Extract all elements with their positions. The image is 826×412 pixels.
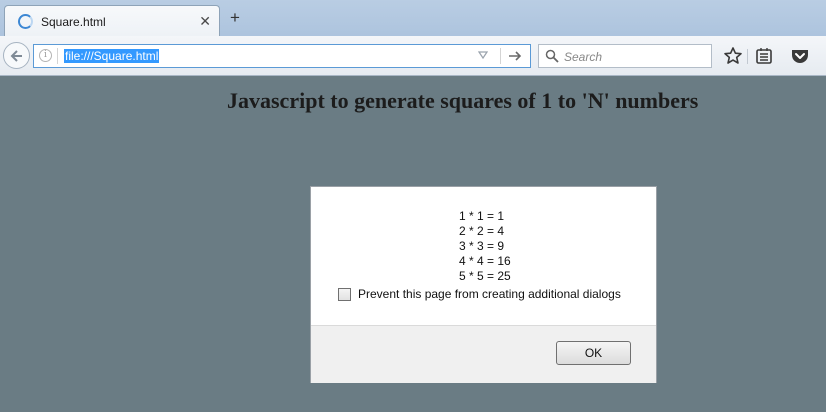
tab-close-icon[interactable]: ✕ — [199, 13, 211, 29]
bookmark-star-icon[interactable] — [722, 45, 744, 67]
new-tab-button[interactable]: + — [230, 9, 240, 27]
back-button[interactable] — [3, 42, 30, 69]
alert-message-line: 1 * 1 = 1 — [459, 209, 505, 223]
tab-title: Square.html — [41, 15, 106, 29]
go-arrow-icon[interactable] — [508, 49, 522, 63]
search-placeholder: Search — [564, 50, 603, 64]
alert-message-line: 4 * 4 = 16 — [459, 254, 511, 268]
ok-button[interactable]: OK — [556, 341, 631, 365]
page-heading: Javascript to generate squares of 1 to '… — [227, 88, 699, 113]
tab-square[interactable]: Square.html ✕ — [4, 5, 220, 36]
url-text[interactable]: file:///Square.html — [64, 49, 160, 63]
toolbar-separator — [747, 49, 748, 64]
navigation-toolbar: i file:///Square.html Search — [0, 36, 826, 76]
search-bar[interactable]: Search — [538, 44, 712, 68]
prevent-dialogs-label[interactable]: Prevent this page from creating addition… — [358, 287, 621, 301]
alert-message-line: 5 * 5 = 25 — [459, 269, 511, 283]
loading-favicon-icon — [18, 14, 33, 29]
back-arrow-icon — [10, 50, 22, 62]
alert-message-line: 3 * 3 = 9 — [459, 239, 505, 253]
go-separator — [500, 48, 501, 64]
dropmarker-icon[interactable] — [478, 50, 488, 60]
alert-message-line: 2 * 2 = 4 — [459, 224, 505, 238]
alert-dialog: 1 * 1 = 1 2 * 2 = 4 3 * 3 = 9 4 * 4 = 16… — [310, 186, 657, 383]
prevent-dialogs-checkbox[interactable] — [338, 288, 351, 301]
info-icon[interactable]: i — [39, 49, 52, 62]
url-bar[interactable]: i file:///Square.html — [33, 44, 531, 68]
alert-message: 1 * 1 = 1 2 * 2 = 4 3 * 3 = 9 4 * 4 = 16… — [459, 209, 511, 284]
search-icon — [545, 49, 559, 63]
pocket-icon[interactable] — [789, 45, 811, 67]
tab-strip: Square.html ✕ + — [0, 0, 826, 36]
reading-list-icon[interactable] — [753, 45, 775, 67]
dialog-footer: OK — [311, 325, 656, 383]
url-separator — [57, 48, 58, 64]
